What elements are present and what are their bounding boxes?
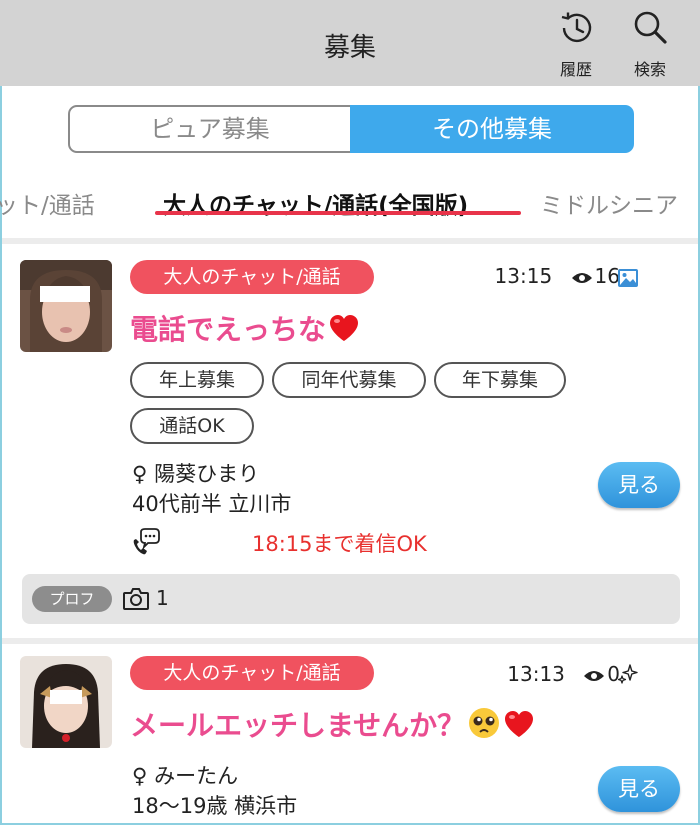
tag-chip: 年上募集 — [130, 362, 264, 398]
post-meta: 13:13 0 — [507, 662, 620, 686]
pleading-face-icon — [469, 708, 500, 738]
avatar[interactable] — [20, 260, 112, 352]
category-tabs: ャット/通話 大人のチャット/通話(全国版) ミドルシニア — [0, 172, 700, 234]
age-location: 40代前半 立川市 — [132, 492, 292, 516]
tag-chip: 同年代募集 — [272, 362, 426, 398]
camera-icon — [123, 588, 149, 610]
poster-name-line: ♀ みーたん — [132, 760, 238, 790]
image-icon — [618, 269, 638, 287]
profile-bar[interactable]: プロフ 1 — [22, 574, 680, 624]
sparkles-icon — [618, 664, 638, 684]
post-card[interactable]: 大人のチャット/通話 13:13 0 メールエッチしませんか？ ♀ みーたん 1… — [2, 644, 698, 823]
photo-count: 1 — [156, 586, 169, 610]
segment-pure[interactable]: ピュア募集 — [70, 107, 350, 151]
heart-icon — [330, 315, 359, 341]
tab-chat-call[interactable]: ャット/通話 — [0, 186, 95, 220]
tag-chip: 通話OK — [130, 408, 254, 444]
poster-name: みーたん — [154, 764, 239, 788]
heart-icon — [505, 711, 534, 737]
phone-chat-icon — [133, 528, 160, 555]
search-label: 検索 — [633, 60, 666, 79]
view-button[interactable]: 見る — [598, 766, 680, 812]
poster-name: 陽葵ひまり — [154, 462, 260, 486]
post-meta: 13:15 16 — [495, 264, 620, 288]
post-title: メールエッチしませんか？ — [130, 704, 535, 744]
gender-icon: ♀ — [132, 462, 148, 486]
recruit-type-segment: ピュア募集 その他募集 — [68, 105, 634, 153]
call-availability: 18:15まで着信OK — [252, 532, 427, 556]
tab-middle-senior[interactable]: ミドルシニア — [540, 186, 678, 220]
app-header: 募集 履歴 検索 — [0, 0, 700, 86]
post-title: 電話でえっちな — [130, 308, 360, 348]
history-label: 履歴 — [559, 60, 592, 79]
eye-icon — [571, 272, 592, 283]
avatar[interactable] — [20, 656, 112, 748]
post-time: 13:13 — [507, 662, 565, 686]
gender-icon: ♀ — [132, 764, 148, 788]
tag-chip: 年下募集 — [434, 362, 566, 398]
category-badge: 大人のチャット/通話 — [130, 260, 374, 294]
post-time: 13:15 — [494, 264, 553, 288]
post-title-text: メールエッチしませんか？ — [130, 709, 466, 742]
view-count: 16 — [594, 264, 620, 288]
post-card[interactable]: 大人のチャット/通話 13:15 16 電話でえっちな 年上募集 同年代募集 年… — [2, 244, 698, 638]
active-tab-indicator — [155, 211, 521, 215]
history-icon — [561, 12, 592, 43]
age-location: 18〜19歳 横浜市 — [132, 794, 298, 818]
search-button[interactable]: 検索 — [620, 8, 680, 84]
history-button[interactable]: 履歴 — [546, 8, 606, 84]
segment-other[interactable]: その他募集 — [350, 105, 634, 153]
post-title-text: 電話でえっちな — [130, 313, 327, 346]
search-icon — [634, 11, 667, 44]
poster-name-line: ♀ 陽葵ひまり — [132, 458, 259, 488]
view-button[interactable]: 見る — [598, 462, 680, 508]
category-badge: 大人のチャット/通話 — [130, 656, 374, 690]
profile-pill: プロフ — [32, 586, 112, 612]
eye-icon — [584, 670, 605, 681]
